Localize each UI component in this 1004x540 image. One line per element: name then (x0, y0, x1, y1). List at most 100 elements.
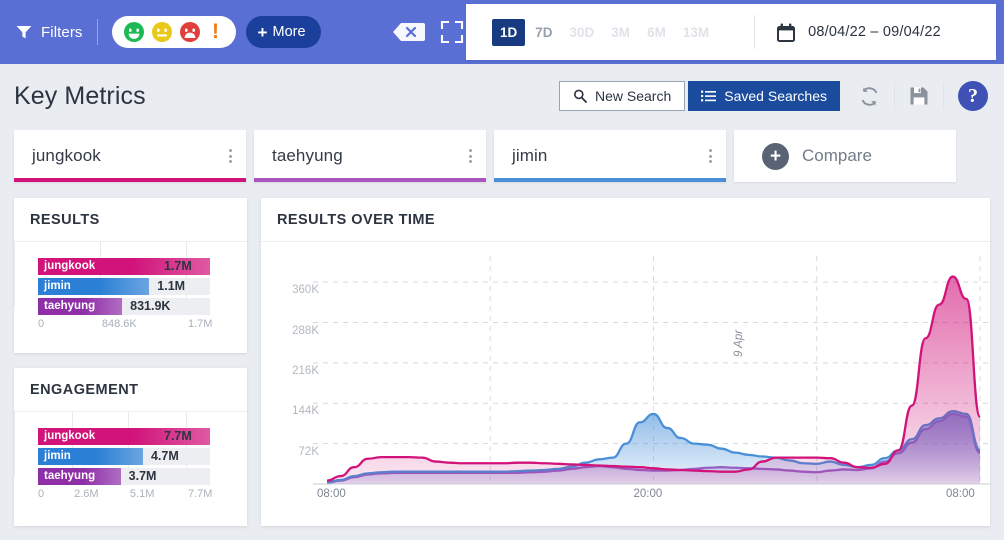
bar-category-label: jimin (44, 450, 71, 462)
toolbar-divider (96, 19, 98, 45)
query-tabs: jungkook taehyung jimin + Compare (14, 130, 990, 182)
period-option-13m[interactable]: 13M (676, 21, 716, 44)
period-option-6m[interactable]: 6M (640, 21, 673, 44)
results-bar-chart: jungkook 1.7M jimin 1.1M taehyung 831.9K 0 848.… (14, 242, 247, 334)
tab-accent-bar (254, 178, 486, 182)
compare-label: Compare (802, 146, 872, 165)
query-tab-label: jimin (512, 146, 548, 165)
list-lines-icon (701, 90, 717, 102)
bar-value-label: 7.7M (164, 429, 192, 443)
bar-tick-label: 2.6M (74, 488, 99, 500)
bar-row[interactable]: jungkook 1.7M (38, 258, 233, 275)
sidebar-item-jimin[interactable]: jimin (494, 130, 726, 182)
bar-category-label: taehyung (44, 470, 96, 482)
exclamation-icon[interactable]: ! (207, 21, 225, 42)
period-option-1d[interactable]: 1D (492, 18, 526, 46)
period-selector: 1D 7D 30D 3M 6M 13M (466, 18, 716, 46)
smiley-happy-icon[interactable] (123, 21, 145, 43)
results-over-time-chart: 72K 144K 216K 288K 360K 08:00 20:00 08:00 9 Apr (261, 242, 990, 526)
bar-row[interactable]: jimin 1.1M (38, 278, 233, 295)
new-search-button[interactable]: New Search (559, 81, 686, 111)
date-range-value: 08/04/22 – 09/04/22 (808, 24, 941, 40)
rot-panel-title: RESULTS OVER TIME (277, 211, 436, 228)
toolbar-left-group: Filters ! + More (0, 0, 321, 64)
query-tab-label: jungkook (32, 146, 101, 165)
saved-searches-button[interactable]: Saved Searches (688, 81, 840, 111)
sidebar-item-jungkook[interactable]: jungkook (14, 130, 246, 182)
filter-toolbar: Filters ! + More 1D 7D 30D 3M 6M 13M 08/… (0, 0, 1004, 64)
query-tab-label: taehyung (272, 146, 343, 165)
bar-value-label: 1.7M (164, 259, 192, 273)
plus-circle-icon: + (762, 142, 789, 170)
more-label: More (272, 24, 306, 40)
sidebar-item-taehyung[interactable]: taehyung (254, 130, 486, 182)
new-search-label: New Search (595, 88, 672, 104)
x-axis-tick-label: 08:00 (946, 488, 975, 500)
question-mark-icon: ? (968, 84, 978, 107)
smiley-neutral-icon[interactable] (151, 21, 173, 43)
date-range-panel: 1D 7D 30D 3M 6M 13M 08/04/22 – 09/04/22 (466, 4, 996, 60)
bar-category-label: taehyung (44, 300, 96, 312)
bar-value-label: 4.7M (150, 449, 179, 463)
results-panel-title: RESULTS (30, 211, 100, 228)
bar-gridline (14, 412, 15, 476)
results-over-time-panel: RESULTS OVER TIME 72K 144K 216K 288K 360K 08:… (261, 198, 990, 526)
bar-row[interactable]: jimin 4.7M (38, 448, 233, 465)
kebab-menu-icon[interactable] (229, 149, 232, 163)
calendar-icon (777, 23, 796, 42)
kebab-menu-icon[interactable] (709, 149, 712, 163)
more-filters-button[interactable]: + More (245, 16, 321, 48)
bar-row[interactable]: taehyung 3.7M (38, 468, 233, 485)
bar-category-label: jimin (44, 280, 71, 292)
y-axis-tick-label: 72K (298, 445, 319, 458)
period-option-30d[interactable]: 30D (563, 21, 602, 44)
bar-axis-ticks: 0 848.6K 1.7M (38, 318, 233, 334)
header-divider-1 (894, 82, 895, 110)
x-axis-tick-label: 08:00 (317, 488, 346, 500)
bar-value-label: 831.9K (130, 299, 171, 313)
bar-tick-label: 1.7M (188, 318, 213, 330)
bar-category-label: jungkook (44, 260, 96, 272)
results-panel-header: RESULTS (14, 198, 247, 242)
clear-tag-x-icon[interactable] (392, 22, 426, 42)
fullscreen-expand-icon[interactable] (440, 20, 464, 44)
bar-row[interactable]: taehyung 831.9K (38, 298, 233, 315)
help-button[interactable]: ? (958, 81, 988, 111)
bar-category-label: jungkook (44, 430, 96, 442)
y-axis-tick-label: 144K (292, 405, 319, 418)
bar-tick-label: 0 (38, 318, 45, 330)
kebab-menu-icon[interactable] (469, 149, 472, 163)
date-range-picker[interactable]: 08/04/22 – 09/04/22 (777, 23, 941, 42)
header-divider-2 (943, 82, 944, 110)
engagement-panel-header: ENGAGEMENT (14, 368, 247, 412)
funnel-icon (16, 26, 32, 39)
y-axis-tick-label: 360K (292, 284, 319, 297)
period-option-7d[interactable]: 7D (528, 21, 559, 44)
floppy-disk-save-icon[interactable] (909, 86, 929, 106)
y-axis-tick-label: 216K (292, 364, 319, 377)
plus-glyph: + (769, 145, 782, 167)
results-panel: RESULTS jungkook 1.7M jimin 1.1M taehyung 831… (14, 198, 247, 353)
tab-accent-bar (494, 178, 726, 182)
bar-row[interactable]: jungkook 7.7M (38, 428, 233, 445)
period-option-3m[interactable]: 3M (604, 21, 637, 44)
tab-accent-bar (14, 178, 246, 182)
line-chart-svg (313, 256, 990, 485)
saved-searches-label: Saved Searches (724, 88, 827, 104)
compare-button[interactable]: + Compare (734, 130, 956, 182)
page-header: Key Metrics New Search Saved Searches ? (0, 64, 1004, 128)
refresh-circular-arrows-icon[interactable] (859, 86, 880, 107)
plus-glyph: + (257, 22, 268, 42)
bar-value-label: 3.7M (128, 469, 157, 483)
bar-tick-label: 5.1M (129, 488, 155, 500)
bar-tick-label: 848.6K (101, 318, 137, 330)
bar-tick-label: 7.7M (188, 488, 213, 500)
filters-button[interactable]: Filters (16, 24, 83, 41)
smiley-sad-icon[interactable] (179, 21, 201, 43)
period-divider (754, 15, 756, 49)
filters-label: Filters (41, 23, 83, 41)
bar-axis-ticks: 0 2.6M 5.1M 7.7M (38, 488, 233, 504)
header-actions: New Search Saved Searches ? (559, 81, 1004, 111)
y-axis-tick-label: 288K (292, 324, 319, 337)
bar-tick-label: 0 (38, 488, 45, 500)
